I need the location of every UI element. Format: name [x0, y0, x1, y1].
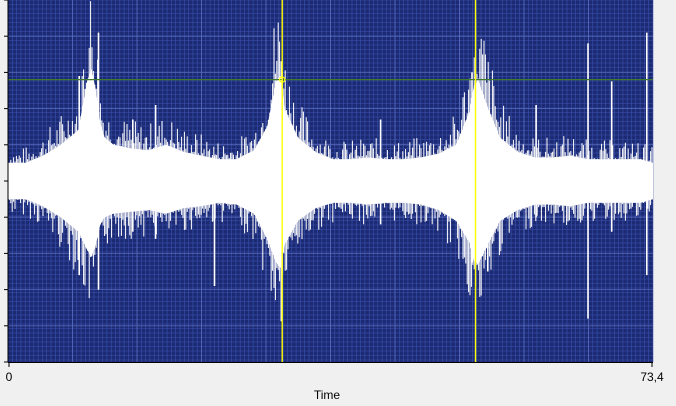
- waveform-chart[interactable]: 0 73,4 Time: [0, 0, 676, 402]
- chart-window: 0 73,4 Time: [0, 0, 676, 402]
- x-axis-label: Time: [314, 388, 341, 401]
- x-tick-label-end: 73,4: [640, 370, 664, 384]
- x-tick-label-start: 0: [6, 370, 13, 384]
